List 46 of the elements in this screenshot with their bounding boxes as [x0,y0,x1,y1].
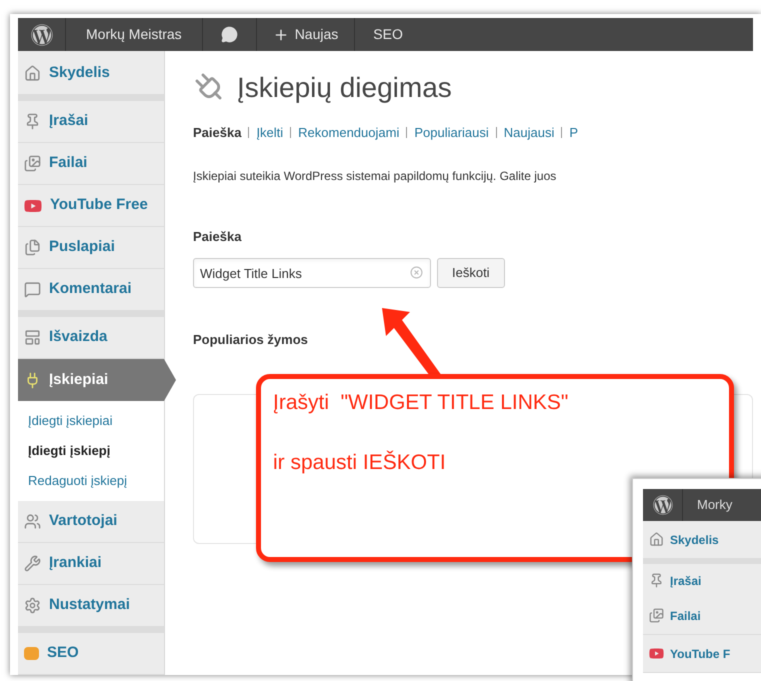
menu-item[interactable]: Įrašai [18,101,164,143]
callout-text: Įrašyti "WIDGET TITLE LINKS" [273,390,570,416]
search-field[interactable]: Widget Title Links [193,258,431,288]
callout-text: ir spausti IEŠKOTI [273,450,447,476]
filter-link[interactable]: Populiariausi [414,123,489,142]
menu-item[interactable]: Komentarai [18,269,164,311]
seo-menu[interactable]: SEO [355,18,421,51]
menu-item[interactable]: YouTube Free [18,185,164,227]
menu-item[interactable]: Puslapiai [18,227,164,269]
speech-bubble-icon [24,281,41,298]
tags-heading: Populiarios žymos [193,331,309,349]
comment-icon[interactable] [220,26,238,43]
submenu-item[interactable]: Redaguoti įskiepį [28,466,164,496]
filter-link[interactable]: P [569,123,578,142]
menu-item[interactable]: Įrankiai [18,543,164,585]
plus-icon [272,26,289,42]
menu-item[interactable]: Nustatymai [18,585,164,627]
submenu-item[interactable]: Įdiegti įskiepį [28,436,164,466]
filter-link[interactable]: Paieška [193,123,242,142]
search-button[interactable]: Ieškoti [437,258,505,288]
home-icon [24,65,41,82]
menu-item[interactable]: SEO [18,633,164,675]
images-icon [649,608,664,623]
images-icon [24,155,41,172]
inset-site-name: Morky [696,496,732,514]
submenu-item[interactable]: Įdiegti įskiepiai [28,406,164,436]
people-icon [24,513,41,530]
filter-link[interactable]: Naujausi [504,123,554,142]
home-icon [649,532,664,547]
menu-item[interactable]: Skydelis [18,53,164,95]
play-icon [649,646,664,661]
pin-icon [649,573,664,588]
search-heading: Paieška [193,228,242,246]
new-menu[interactable]: Naujas [256,18,356,51]
menu-item[interactable]: Failai [18,143,164,185]
description-text: Įskiepiai suteikia WordPress sistemai papildomų funkcijų. Galite juos [193,168,558,184]
logo-icon [652,495,672,515]
filter-link[interactable]: Rekomenduojami [298,123,400,142]
menu-item[interactable]: Vartotojai [18,501,164,543]
pin-icon [24,113,41,130]
layout-icon [24,329,41,346]
pages-icon [24,239,41,256]
tools-icon [24,555,41,572]
logo-icon[interactable] [30,24,52,46]
page-title: Įskiepių diegimas [237,71,452,105]
filter-link[interactable]: Įkelti [256,123,284,142]
